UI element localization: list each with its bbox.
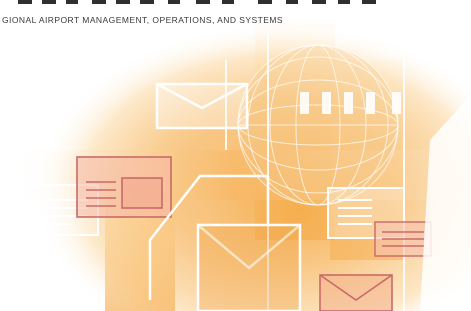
- envelope-icon: [155, 82, 249, 130]
- banner: GIONAL AIRPORT MANAGEMENT, OPERATIONS, A…: [0, 0, 471, 311]
- cropped-title-glyphs: [18, 0, 376, 4]
- globe-icon: [237, 44, 399, 206]
- banner-tagline: GIONAL AIRPORT MANAGEMENT, OPERATIONS, A…: [2, 15, 284, 25]
- banner-artwork: [0, 0, 471, 311]
